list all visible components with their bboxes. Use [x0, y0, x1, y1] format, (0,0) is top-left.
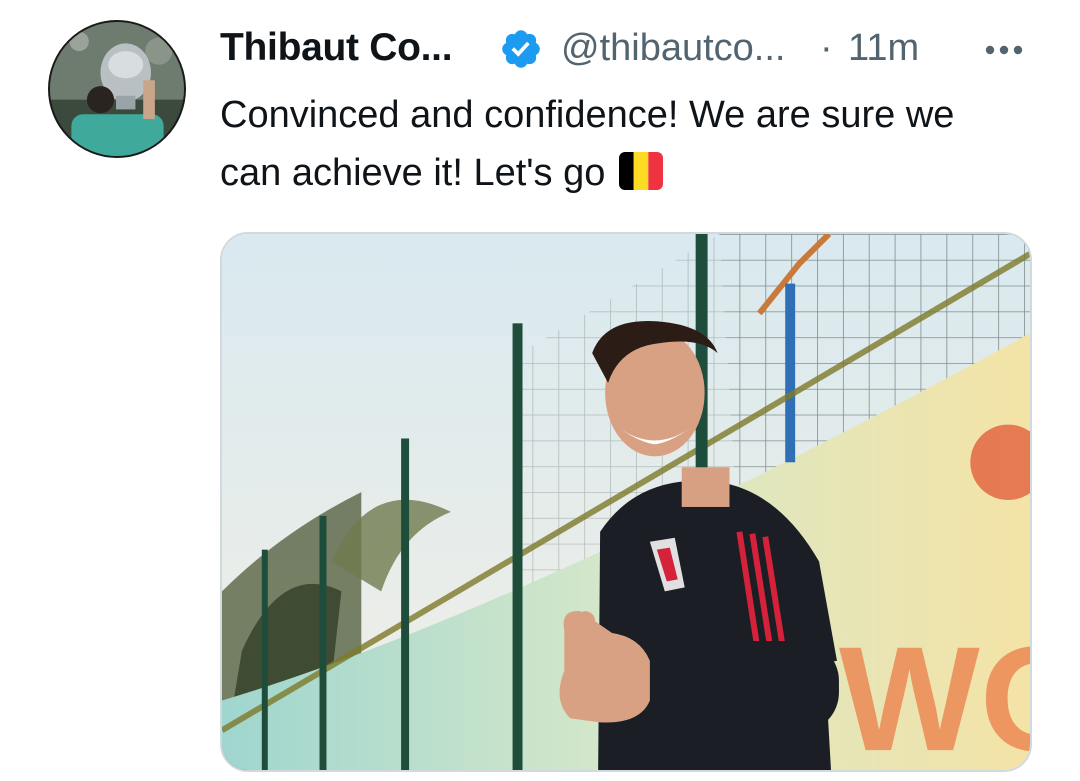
- more-horizontal-icon[interactable]: [980, 30, 1028, 66]
- belgium-flag-icon: [619, 151, 664, 190]
- meta-separator: ·: [820, 27, 833, 69]
- tweet-text-line-2: can achieve it! Let's go: [220, 144, 1060, 202]
- tweet-media-photo[interactable]: WO: [220, 232, 1032, 772]
- author-handle[interactable]: @thibautco...: [561, 27, 785, 70]
- tweet-text: Convinced and confidence! We are sure we…: [220, 86, 1060, 202]
- verified-badge-icon: [499, 27, 543, 71]
- author-name[interactable]: Thibaut Co...: [220, 26, 453, 70]
- svg-text:WO: WO: [839, 615, 1030, 770]
- tweet-text-line-2-content: can achieve it! Let's go: [220, 152, 606, 194]
- tweet-timestamp[interactable]: 11m: [848, 27, 919, 70]
- tweet-text-line-1: Convinced and confidence! We are sure we: [220, 94, 955, 136]
- author-avatar[interactable]: [48, 20, 186, 158]
- tweet-header: Thibaut Co... @thibautco... · 11m: [220, 24, 1060, 72]
